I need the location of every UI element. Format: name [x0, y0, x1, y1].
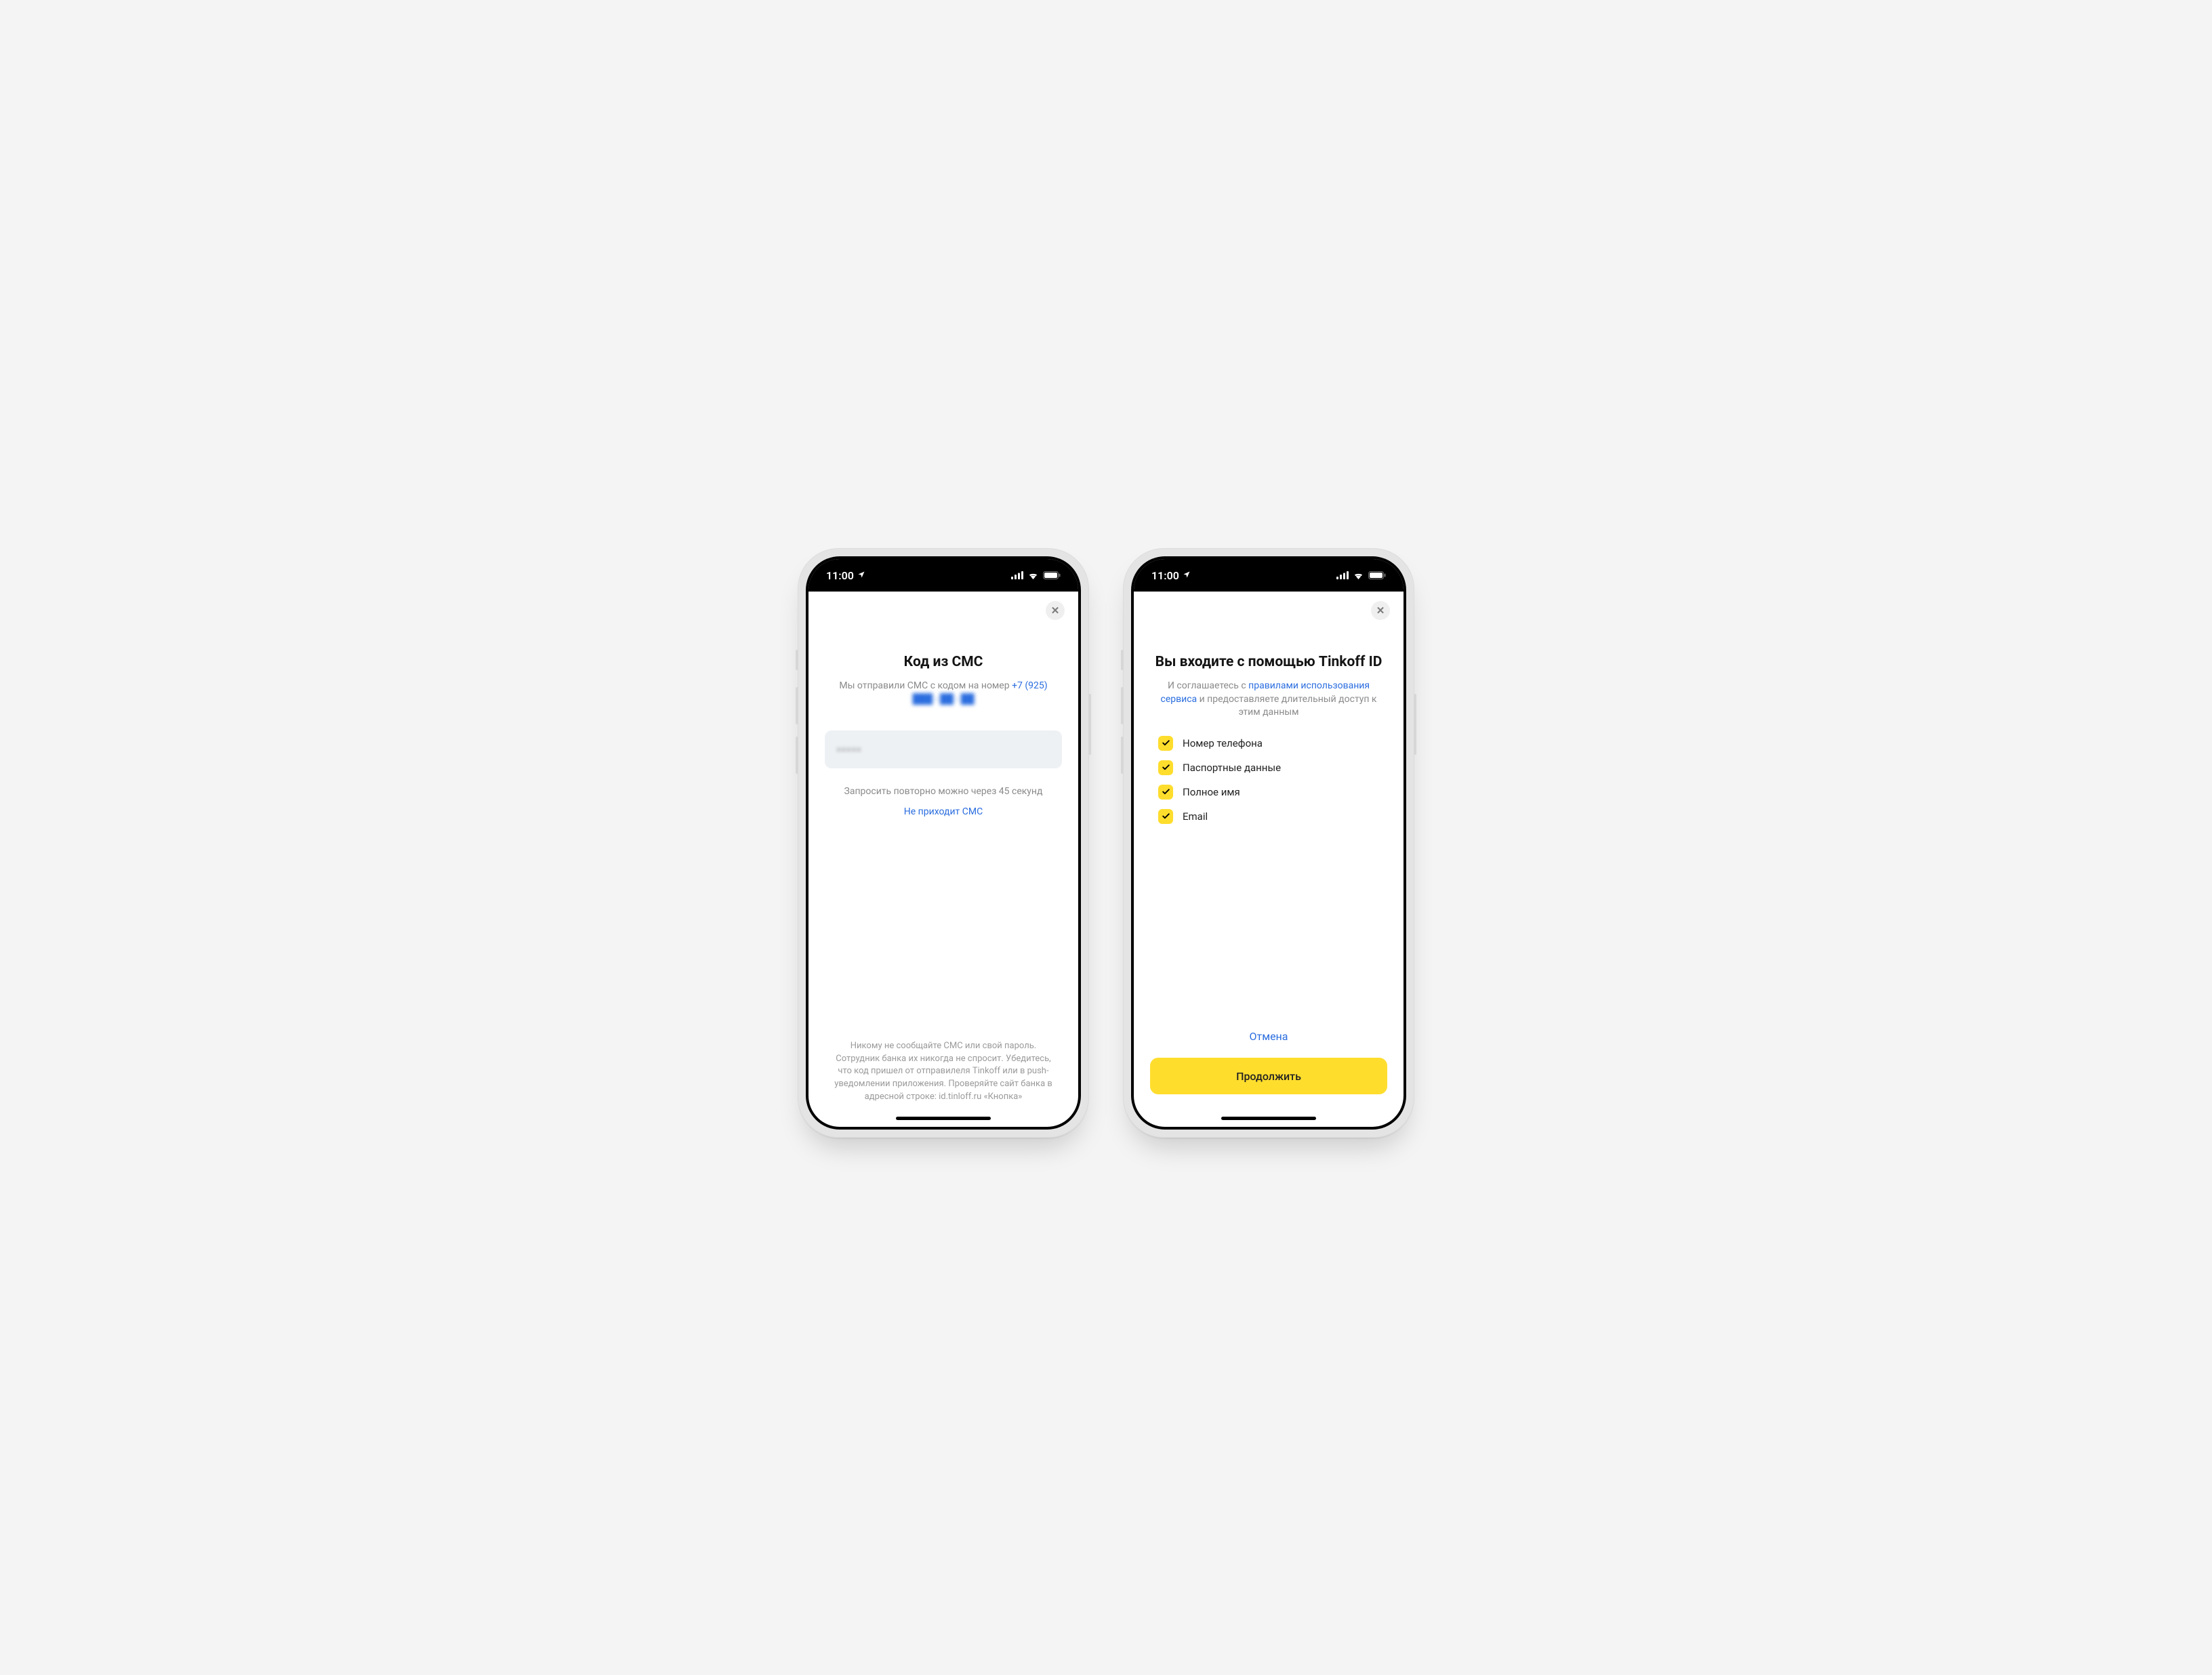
cancel-link[interactable]: Отмена: [1150, 1030, 1387, 1043]
permission-label: Email: [1183, 810, 1208, 823]
permission-label: Номер телефона: [1183, 737, 1263, 749]
checkbox-checked[interactable]: [1158, 809, 1173, 824]
permission-item: Паспортные данные: [1158, 760, 1379, 775]
home-indicator[interactable]: [1221, 1117, 1316, 1120]
cellular-icon: [1011, 569, 1023, 582]
continue-button[interactable]: Продолжить: [1150, 1058, 1387, 1094]
battery-icon: [1368, 569, 1386, 582]
checkbox-checked[interactable]: [1158, 736, 1173, 751]
permission-label: Паспортные данные: [1183, 762, 1281, 774]
page-title: Код из СМС: [825, 654, 1062, 670]
continue-label: Продолжить: [1236, 1070, 1301, 1083]
permission-item: Полное имя: [1158, 785, 1379, 800]
close-icon: ✕: [1376, 604, 1385, 617]
sms-subtitle: Мы отправили СМС с кодом на номер +7 (92…: [825, 680, 1062, 706]
wifi-icon: [1027, 569, 1039, 582]
wifi-icon: [1353, 569, 1364, 582]
page-title: Вы входите с помощью Tinkoff ID: [1150, 654, 1387, 670]
phone-frame-right: 11:00: [1123, 548, 1414, 1138]
security-warning: Никому не сообщайте СМС или свой пароль.…: [825, 1040, 1062, 1113]
notch: [876, 559, 1011, 581]
permissions-list: Номер телефона Паспортные данные: [1150, 736, 1387, 824]
location-icon: [857, 568, 865, 581]
sub-post: и предоставляете длительный доступ к эти…: [1197, 694, 1376, 718]
location-icon: [1183, 568, 1191, 581]
checkbox-checked[interactable]: [1158, 785, 1173, 800]
status-time: 11:00: [826, 569, 854, 582]
notch: [1201, 559, 1336, 581]
phone-masked: ███ - ██ - ██: [912, 694, 974, 705]
resend-text: Запросить повторно можно через 45 секунд: [825, 786, 1062, 797]
cellular-icon: [1336, 569, 1349, 582]
permission-item: Email: [1158, 809, 1379, 824]
no-sms-link[interactable]: Не приходит СМС: [825, 806, 1062, 817]
permission-label: Полное имя: [1183, 786, 1240, 798]
consent-subtitle: И соглашаетесь с правилами использования…: [1150, 680, 1387, 720]
battery-icon: [1043, 569, 1061, 582]
code-value: •••••: [837, 743, 862, 756]
mockup-stage: 11:00: [680, 514, 1532, 1161]
phone-prefix-link[interactable]: +7 (925): [1012, 680, 1048, 691]
subtitle-prefix: Мы отправили СМС с кодом на номер: [839, 680, 1012, 691]
close-button[interactable]: ✕: [1371, 601, 1390, 620]
close-icon: ✕: [1051, 604, 1060, 617]
home-indicator[interactable]: [896, 1117, 991, 1120]
status-time: 11:00: [1151, 569, 1179, 582]
permission-item: Номер телефона: [1158, 736, 1379, 751]
sms-code-input[interactable]: •••••: [825, 730, 1062, 768]
sub-pre: И соглашаетесь с: [1168, 680, 1248, 691]
checkbox-checked[interactable]: [1158, 760, 1173, 775]
close-button[interactable]: ✕: [1046, 601, 1065, 620]
phone-frame-left: 11:00: [798, 548, 1089, 1138]
